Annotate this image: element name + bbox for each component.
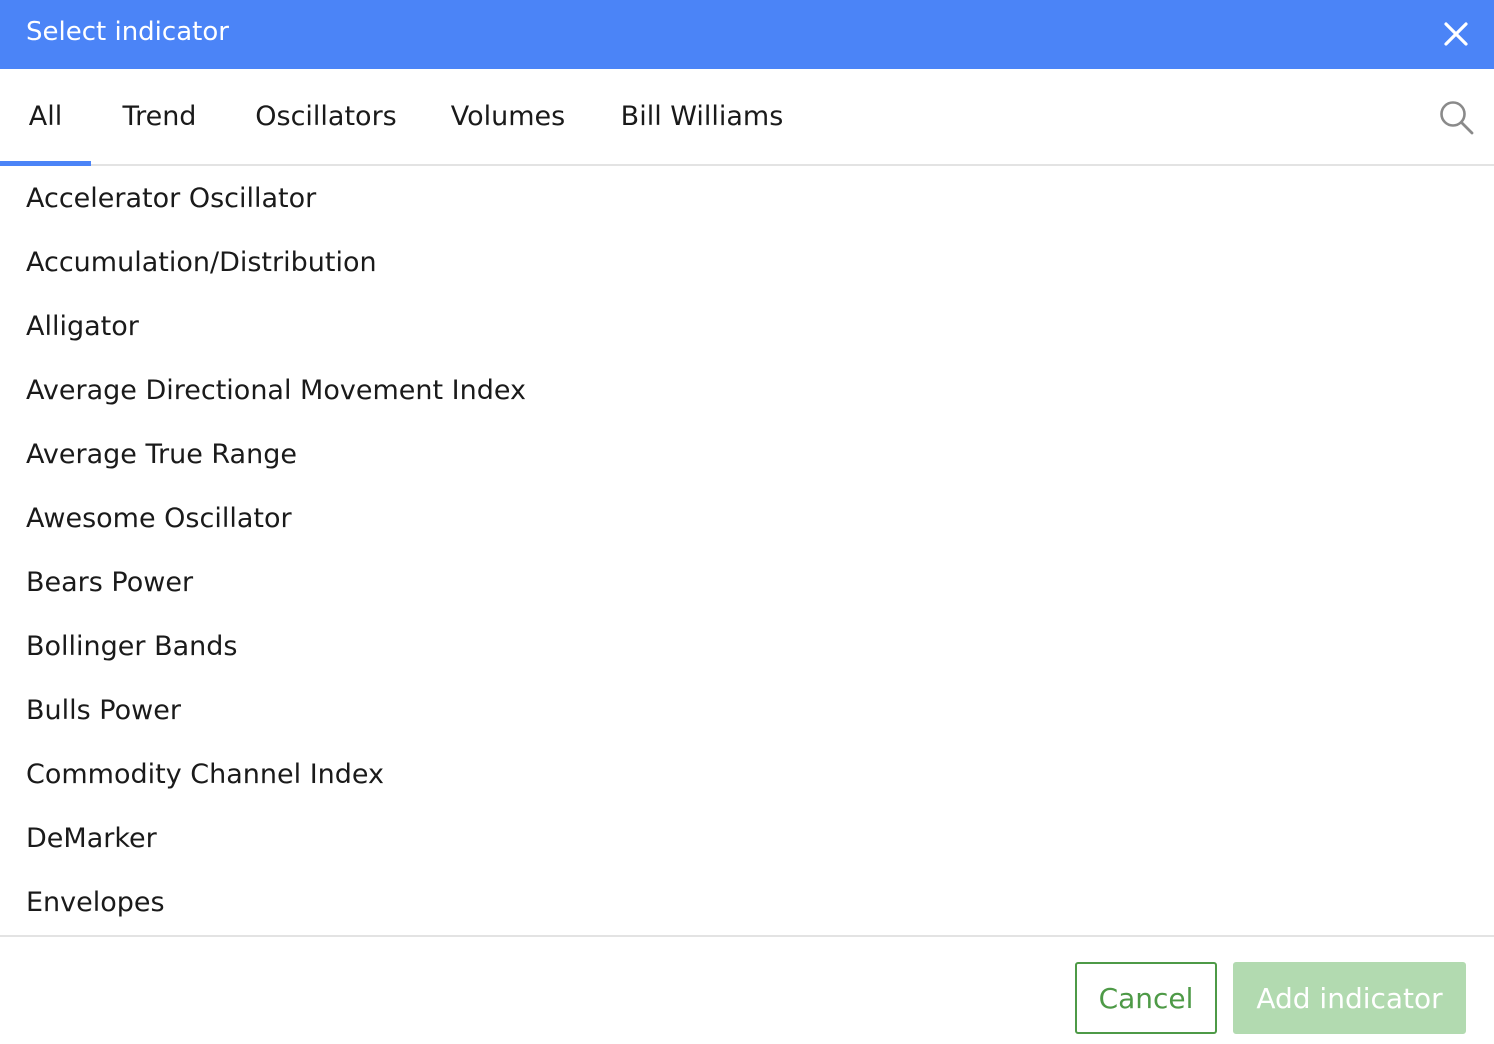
- tab-volumes[interactable]: Volumes: [424, 69, 592, 164]
- list-item[interactable]: Average True Range: [0, 422, 1494, 486]
- tab-label: Oscillators: [255, 101, 397, 132]
- tab-all[interactable]: All: [0, 69, 91, 166]
- close-button[interactable]: [1438, 16, 1474, 52]
- dialog-header: Select indicator: [0, 0, 1494, 69]
- tab-bill-williams[interactable]: Bill Williams: [592, 69, 812, 164]
- cancel-button[interactable]: Cancel: [1075, 962, 1217, 1034]
- tab-label: Trend: [122, 101, 197, 132]
- tab-label: Bill Williams: [620, 101, 784, 132]
- list-item[interactable]: Envelopes: [0, 870, 1494, 934]
- select-indicator-dialog: Select indicator All Trend Oscillators V…: [0, 0, 1494, 1044]
- close-icon: [1444, 22, 1468, 46]
- list-item[interactable]: Alligator: [0, 294, 1494, 358]
- category-tabs: All Trend Oscillators Volumes Bill Willi…: [0, 69, 1494, 166]
- list-item[interactable]: Accelerator Oscillator: [0, 166, 1494, 230]
- list-item[interactable]: Commodity Channel Index: [0, 742, 1494, 806]
- tab-label: All: [28, 101, 63, 132]
- add-indicator-button[interactable]: Add indicator: [1233, 962, 1466, 1034]
- dialog-footer: Cancel Add indicator: [0, 935, 1494, 1044]
- list-item[interactable]: Accumulation/Distribution: [0, 230, 1494, 294]
- list-item[interactable]: Awesome Oscillator: [0, 486, 1494, 550]
- list-item[interactable]: DeMarker: [0, 806, 1494, 870]
- list-item[interactable]: Average Directional Movement Index: [0, 358, 1494, 422]
- search-icon: [1440, 101, 1474, 135]
- list-item[interactable]: Bollinger Bands: [0, 614, 1494, 678]
- tab-label: Volumes: [450, 101, 566, 132]
- tab-trend[interactable]: Trend: [91, 69, 228, 164]
- list-item[interactable]: Bulls Power: [0, 678, 1494, 742]
- dialog-title: Select indicator: [26, 17, 229, 47]
- indicator-list: Accelerator Oscillator Accumulation/Dist…: [0, 166, 1494, 936]
- search-button[interactable]: [1438, 99, 1476, 137]
- tab-oscillators[interactable]: Oscillators: [228, 69, 424, 164]
- list-item[interactable]: Bears Power: [0, 550, 1494, 614]
